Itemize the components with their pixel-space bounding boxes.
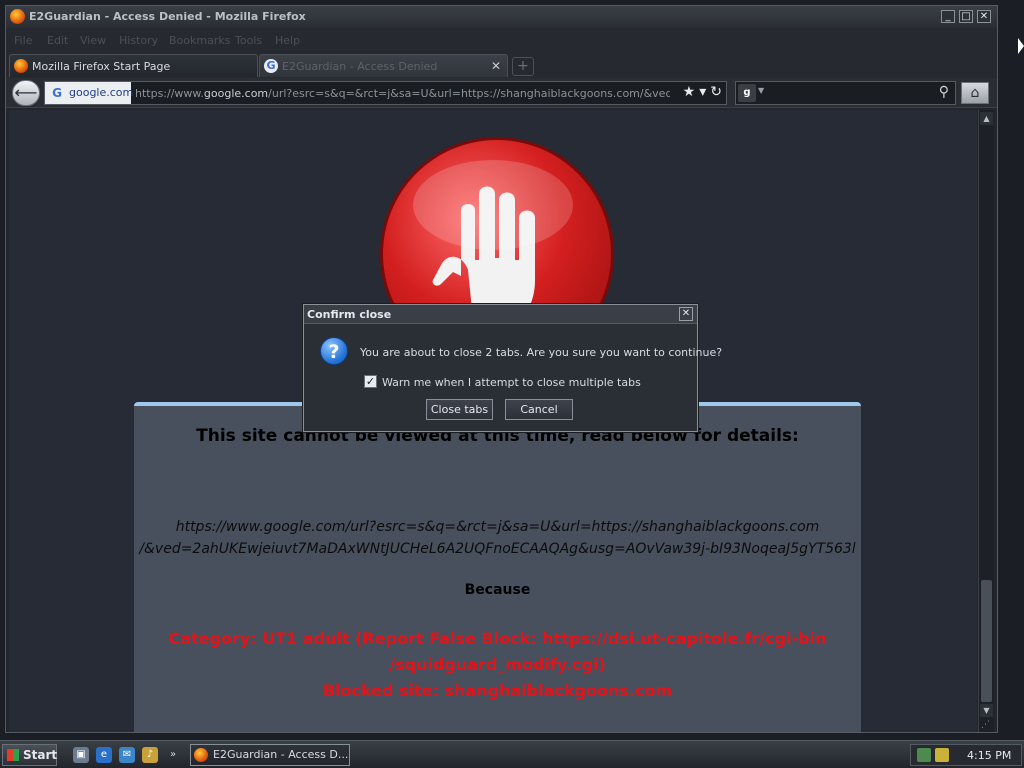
hand-icon <box>432 186 535 320</box>
scroll-down-icon[interactable]: ▼ <box>980 704 993 717</box>
block-reason-line-1: Category: UT1 adult (Report False Block:… <box>168 629 827 648</box>
media-icon[interactable]: ♪ <box>142 747 158 763</box>
show-desktop-icon[interactable]: ▣ <box>73 747 89 763</box>
url-path: /url?esrc=s&q=&rct=j&sa=U&url=https://sh… <box>268 87 670 100</box>
network-icon[interactable] <box>917 748 931 762</box>
clock[interactable]: 4:15 PM <box>967 749 1011 762</box>
tab-label: E2Guardian - Access Denied <box>282 60 438 73</box>
url-bar[interactable]: G google.com https://www.google.com/url?… <box>44 81 727 105</box>
mouse-cursor-icon <box>1018 38 1024 54</box>
tab-label: Mozilla Firefox Start Page <box>32 60 171 73</box>
quick-launch-more-icon[interactable]: » <box>165 747 181 763</box>
close-tabs-button[interactable]: Close tabs <box>426 399 493 420</box>
chevron-down-icon[interactable]: ▼ <box>758 86 764 95</box>
outlook-express-icon[interactable]: ✉ <box>119 747 135 763</box>
search-bar[interactable]: g ▼ ⚲ <box>735 81 956 105</box>
firefox-icon <box>10 9 25 24</box>
cancel-button[interactable]: Cancel <box>505 399 573 420</box>
bookmark-star-icon[interactable]: ★ <box>683 84 696 100</box>
history-dropdown-icon[interactable]: ▾ <box>699 84 706 100</box>
reload-icon[interactable]: ↻ <box>710 84 722 100</box>
warn-multiple-tabs-checkbox[interactable]: ✓ <box>364 375 377 388</box>
tab-close-icon[interactable]: ✕ <box>491 59 501 73</box>
back-button[interactable]: ⟵ <box>12 80 40 106</box>
tab-bar: Mozilla Firefox Start Page G E2Guardian … <box>6 52 997 78</box>
tab-access-denied[interactable]: G E2Guardian - Access Denied ✕ <box>259 54 508 77</box>
url-prefix: https://www. <box>135 87 204 100</box>
warn-multiple-tabs-label[interactable]: Warn me when I attempt to close multiple… <box>382 376 641 389</box>
security-icon[interactable] <box>935 748 949 762</box>
dialog-close-button[interactable]: ✕ <box>679 307 693 321</box>
url-icons: ★ ▾ ↻ <box>679 84 722 100</box>
google-icon: G <box>52 86 62 100</box>
because-label: Because <box>464 582 531 598</box>
menu-bar: File Edit View History Bookmarks Tools H… <box>6 28 997 52</box>
home-button[interactable]: ⌂ <box>961 82 989 104</box>
confirm-close-dialog: Confirm close ✕ ? You are about to close… <box>303 304 722 432</box>
dialog-title-bar: Confirm close ✕ <box>304 305 697 324</box>
scrollbar-thumb[interactable] <box>981 580 992 702</box>
internet-explorer-icon[interactable]: e <box>96 747 112 763</box>
blocked-site-line: Blocked site: shanghaiblackgoons.com <box>322 681 673 700</box>
firefox-icon <box>194 748 208 762</box>
blocked-url-line-2: /&ved=2ahUKEwjeiuvt7MaDAxWNtJUCHeL6A2UQF… <box>139 541 856 557</box>
url-host: google.com <box>203 87 269 100</box>
dialog-title: Confirm close <box>307 308 392 321</box>
resize-grip-icon[interactable]: ⋰ <box>981 719 993 731</box>
minimize-button[interactable]: _ <box>941 10 955 23</box>
menu-file[interactable]: File <box>14 34 32 47</box>
title-bar: E2Guardian - Access Denied - Mozilla Fir… <box>6 6 997 28</box>
site-identity-label: google.com <box>69 86 134 99</box>
tab-start-page[interactable]: Mozilla Firefox Start Page <box>9 54 258 77</box>
maximize-button[interactable]: □ <box>959 10 973 23</box>
vertical-scrollbar[interactable]: ▲ ▼ ⋰ <box>978 110 994 732</box>
block-reason: Category: UT1 adult (Report False Block:… <box>134 626 861 704</box>
start-label: Start <box>23 748 58 762</box>
question-icon: ? <box>320 337 348 365</box>
menu-history[interactable]: History <box>119 34 158 47</box>
site-identity-button[interactable]: G google.com <box>45 82 134 104</box>
url-text[interactable]: https://www.google.com/url?esrc=s&q=&rct… <box>135 87 670 100</box>
menu-edit[interactable]: Edit <box>47 34 68 47</box>
blocked-url-line-1: https://www.google.com/url?esrc=s&q=&rct… <box>175 519 820 535</box>
new-tab-button[interactable]: + <box>512 57 534 76</box>
scroll-up-icon[interactable]: ▲ <box>980 112 993 125</box>
blocked-url: https://www.google.com/url?esrc=s&q=&rct… <box>134 516 861 560</box>
google-icon: G <box>264 59 278 73</box>
search-icon[interactable]: ⚲ <box>939 84 949 100</box>
window-close-button[interactable]: ✕ <box>977 10 991 23</box>
navigation-bar: ⟵ G google.com https://www.google.com/ur… <box>6 78 997 108</box>
window-title: E2Guardian - Access Denied - Mozilla Fir… <box>29 10 306 23</box>
taskbar-firefox-button[interactable]: E2Guardian - Access D... <box>190 744 350 766</box>
block-message-panel: This site cannot be viewed at this time,… <box>134 402 861 732</box>
menu-view[interactable]: View <box>80 34 106 47</box>
menu-bookmarks[interactable]: Bookmarks <box>169 34 230 47</box>
taskbar-task-label: E2Guardian - Access D... <box>213 748 349 761</box>
start-logo-icon <box>7 749 19 761</box>
menu-tools[interactable]: Tools <box>235 34 262 47</box>
start-button[interactable]: Start <box>2 744 57 766</box>
system-tray: 4:15 PM <box>910 744 1022 766</box>
taskbar: Start ▣ e ✉ ♪ » E2Guardian - Access D...… <box>0 740 1024 768</box>
firefox-icon <box>14 59 28 73</box>
google-search-engine-icon[interactable]: g <box>738 84 756 102</box>
menu-help[interactable]: Help <box>275 34 300 47</box>
dialog-message: You are about to close 2 tabs. Are you s… <box>360 346 723 359</box>
block-reason-line-2: /squidguard_modify.cgi) <box>389 655 606 674</box>
